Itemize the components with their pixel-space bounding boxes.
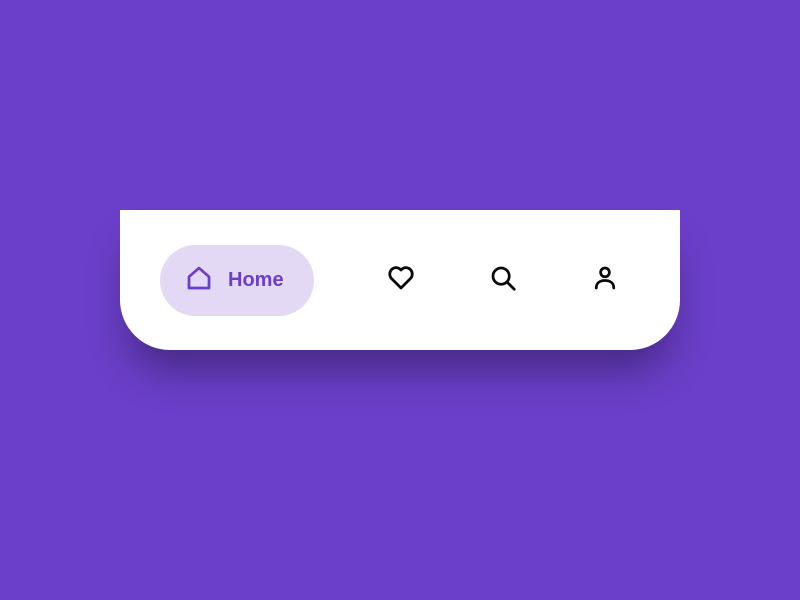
heart-icon [386,263,416,298]
bottom-nav: Home [120,210,680,350]
search-icon [488,263,518,298]
nav-item-favorites[interactable] [386,263,416,298]
nav-label-home: Home [228,269,284,292]
user-icon [590,263,620,298]
nav-item-search[interactable] [488,263,518,298]
home-icon [184,263,214,298]
nav-item-profile[interactable] [590,263,620,298]
nav-item-home[interactable]: Home [160,245,314,316]
